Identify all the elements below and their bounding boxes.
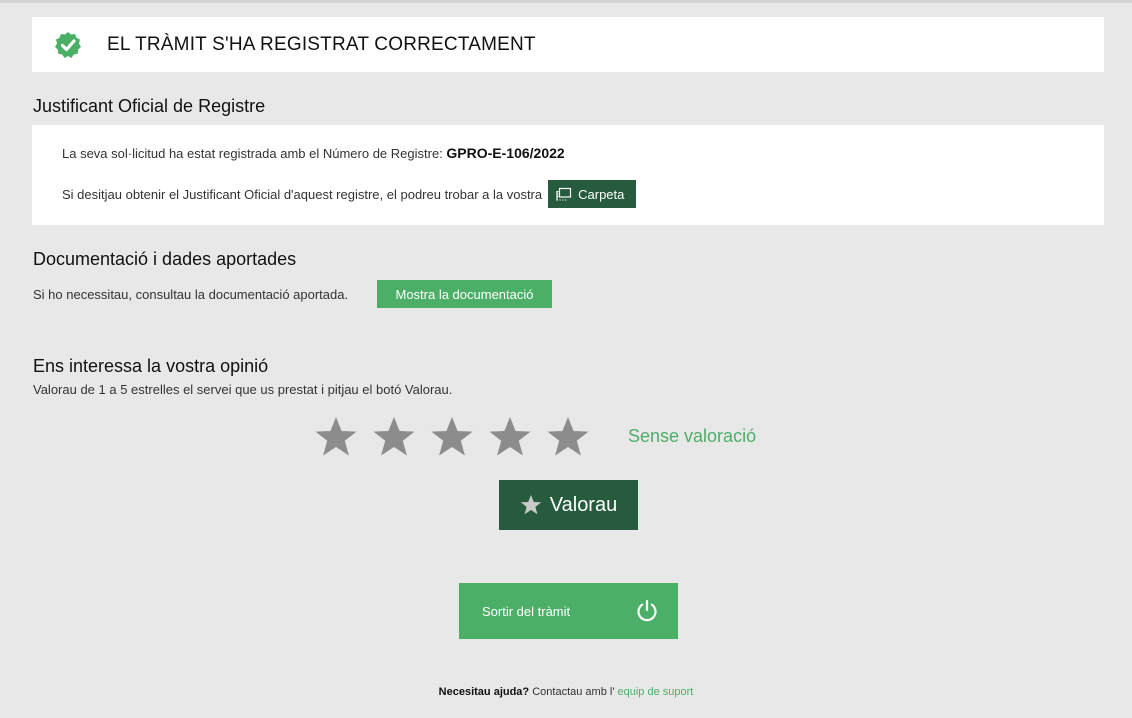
banner-title: EL TRÀMIT S'HA REGISTRAT CORRECTAMENT	[107, 33, 536, 55]
check-circle-icon	[54, 31, 82, 59]
power-icon	[635, 599, 659, 623]
documentation-text: Si ho necessitau, consultau la documenta…	[33, 287, 349, 302]
rate-button[interactable]: Valorau	[499, 480, 638, 530]
registry-line-text: La seva sol·licitud ha estat registrada …	[62, 146, 443, 161]
help-footer: Necesitau ajuda? Contactau amb l' equip …	[0, 686, 1132, 698]
top-divider	[0, 0, 1132, 3]
support-link[interactable]: equip de suport	[617, 686, 693, 698]
star-2-icon[interactable]	[372, 415, 416, 459]
documentation-section-title: Documentació i dades aportades	[33, 249, 297, 269]
star-5-icon[interactable]	[546, 415, 590, 459]
help-question: Necesitau ajuda?	[438, 686, 530, 698]
success-banner: EL TRÀMIT S'HA REGISTRAT CORRECTAMENT	[32, 17, 1104, 72]
star-1-icon[interactable]	[314, 415, 358, 459]
star-rating	[314, 415, 590, 459]
opinion-text: Valorau de 1 a 5 estrelles el servei que…	[33, 382, 453, 397]
folder-icon	[556, 187, 572, 201]
star-icon	[520, 494, 542, 516]
star-4-icon[interactable]	[488, 415, 532, 459]
registry-line: La seva sol·licitud ha estat registrada …	[62, 145, 565, 161]
registry-section-title: Justificant Oficial de Registre	[33, 96, 266, 116]
receipt-line: Si desitjau obtenir el Justificant Ofici…	[62, 180, 637, 208]
star-3-icon[interactable]	[430, 415, 474, 459]
exit-button-label: Sortir del tràmit	[482, 603, 571, 619]
rate-button-label: Valorau	[549, 493, 618, 516]
registry-number: GPRO-E-106/2022	[446, 145, 565, 161]
rating-status: Sense valoració	[628, 426, 757, 446]
carpeta-button[interactable]: Carpeta	[548, 180, 637, 208]
carpeta-button-label: Carpeta	[578, 186, 625, 202]
exit-procedure-button[interactable]: Sortir del tràmit	[459, 583, 678, 639]
registry-box: La seva sol·licitud ha estat registrada …	[32, 125, 1104, 225]
opinion-section-title: Ens interessa la vostra opinió	[33, 356, 269, 376]
show-documentation-button[interactable]: Mostra la documentació	[377, 280, 552, 308]
receipt-line-text: Si desitjau obtenir el Justificant Ofici…	[62, 186, 543, 202]
help-text: Contactau amb l'	[532, 686, 615, 698]
